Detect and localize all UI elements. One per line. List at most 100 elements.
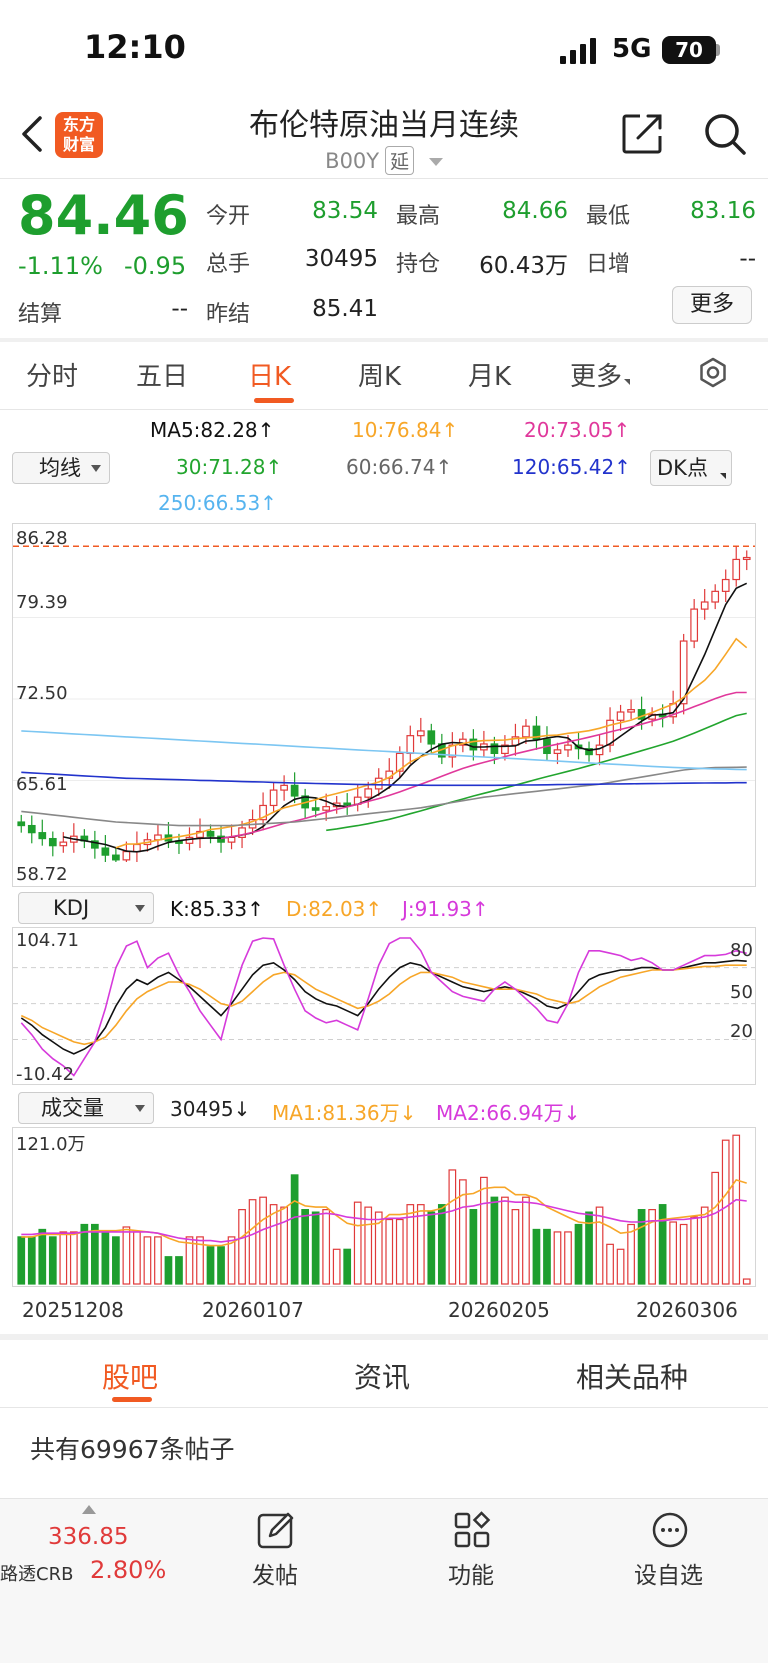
crb-index-value[interactable]: 336.85 <box>48 1524 128 1550</box>
tab-daily-k[interactable]: 日K <box>248 356 291 393</box>
candle-up-body <box>627 709 635 713</box>
volume-bar <box>175 1256 183 1285</box>
gear-icon[interactable] <box>697 357 729 389</box>
kline-chart[interactable] <box>13 524 755 886</box>
settle-label: 结算 <box>18 302 63 327</box>
low-label: 最低 <box>586 204 631 229</box>
volume-bar <box>343 1248 352 1285</box>
ma-selector-label: 均线 <box>39 456 81 480</box>
tab-weekly-k[interactable]: 周K <box>358 356 401 393</box>
prev-settle-value: 85.41 <box>312 296 378 322</box>
volume-bar <box>248 1199 257 1285</box>
post-count: 共有69967条帖子 <box>30 1435 235 1464</box>
candle-up-body <box>374 777 383 790</box>
volume-bar <box>595 1206 604 1285</box>
ma20-value: 20:73.05↑ <box>524 418 631 442</box>
candle <box>343 793 352 815</box>
indicator-selector-ma[interactable]: 均线 <box>12 452 110 484</box>
candle-up-body <box>133 843 141 853</box>
volume-bar <box>679 1223 688 1285</box>
volume-bar <box>290 1174 299 1285</box>
tab-related[interactable]: 相关品种 <box>576 1356 688 1396</box>
candle <box>48 831 57 857</box>
expand-up-icon[interactable] <box>82 1505 96 1514</box>
function-label[interactable]: 功能 <box>448 1556 494 1590</box>
candle-down-body <box>427 730 436 745</box>
kdj-chart[interactable] <box>13 928 755 1084</box>
volume-chart[interactable] <box>13 1128 755 1286</box>
candle <box>269 782 278 813</box>
delay-badge: 延 <box>385 146 415 175</box>
volume-bar <box>553 1231 562 1285</box>
candle-up-body <box>364 788 373 798</box>
daily-add-label: 日增 <box>586 252 631 277</box>
candle-down-body <box>27 824 36 834</box>
more-quote-button[interactable]: 更多 <box>672 286 752 324</box>
candle-up-body <box>269 789 278 807</box>
candle <box>406 725 415 765</box>
candle-up-body <box>690 608 699 642</box>
change-percent: -1.11% <box>18 252 103 280</box>
divider <box>0 409 768 410</box>
daily-add-value: -- <box>739 246 756 272</box>
kdj-selector-label: KDJ <box>53 896 90 920</box>
volume-bar <box>395 1218 404 1285</box>
divider <box>0 1407 768 1408</box>
code-dropdown-icon[interactable] <box>428 158 443 166</box>
candle-up-body <box>700 601 709 610</box>
indicator-selector-kdj[interactable]: KDJ <box>18 892 154 924</box>
function-grid-icon[interactable] <box>452 1510 492 1550</box>
volume-selector-label: 成交量 <box>41 1096 104 1120</box>
candle <box>711 584 720 610</box>
battery-tip <box>716 44 720 56</box>
kdj-chart-panel[interactable] <box>12 927 756 1085</box>
search-icon[interactable] <box>703 112 747 156</box>
watchlist-icon[interactable] <box>650 1510 690 1550</box>
volume-bar <box>154 1236 162 1285</box>
tab-news[interactable]: 资讯 <box>354 1356 410 1396</box>
candle <box>395 746 404 779</box>
volume-bar <box>59 1231 68 1285</box>
candle <box>458 732 467 753</box>
tab-more[interactable]: 更多 <box>570 356 631 393</box>
tab-monthly-k[interactable]: 月K <box>468 356 511 393</box>
volume-bar <box>143 1236 152 1285</box>
post-label[interactable]: 发帖 <box>252 1556 298 1590</box>
volume-bar <box>38 1228 47 1285</box>
crb-index-change[interactable]: 2.80% <box>90 1556 166 1584</box>
candle-down-body <box>490 743 499 755</box>
date-label: 20251208 <box>22 1298 124 1322</box>
candle-up-body <box>406 735 415 755</box>
ma30-value: 30:71.28↑ <box>176 455 283 479</box>
post-icon[interactable] <box>256 1510 296 1550</box>
share-icon[interactable] <box>620 112 664 156</box>
tab-five-day[interactable]: 五日 <box>136 356 188 393</box>
volume-bar <box>48 1236 57 1285</box>
volume-ma2: MA2:66.94万↓ <box>436 1101 581 1125</box>
dropdown-caret-icon <box>91 465 101 472</box>
date-label: 20260205 <box>448 1298 550 1322</box>
volume-bar <box>80 1223 89 1285</box>
candle-down-body <box>48 837 57 847</box>
candle <box>627 699 635 720</box>
candle-up-body <box>280 784 288 791</box>
ma120-value: 120:65.42↑ <box>512 455 631 479</box>
indicator-selector-volume[interactable]: 成交量 <box>18 1092 154 1124</box>
tab-forum[interactable]: 股吧 <box>102 1356 158 1396</box>
tab-intraday[interactable]: 分时 <box>26 356 78 393</box>
volume-bar <box>427 1211 436 1285</box>
ma10-value: 10:76.84↑ <box>352 418 459 442</box>
instrument-code: B00Y <box>325 149 380 173</box>
kline-chart-panel[interactable] <box>12 523 756 887</box>
volume-bar <box>469 1209 478 1285</box>
dk-point-button[interactable]: DK点 <box>650 450 732 486</box>
volume-chart-panel[interactable] <box>12 1127 756 1287</box>
candle-up-body <box>732 558 741 581</box>
ma60-value: 60:66.74↑ <box>346 455 453 479</box>
volume-bar <box>606 1243 614 1285</box>
network-type: 5G <box>612 34 652 64</box>
crb-index-label[interactable]: 路透CRB <box>0 1560 73 1586</box>
candle <box>700 588 709 620</box>
ma-line-ma120 <box>21 771 747 787</box>
watchlist-label[interactable]: 设自选 <box>634 1556 703 1590</box>
